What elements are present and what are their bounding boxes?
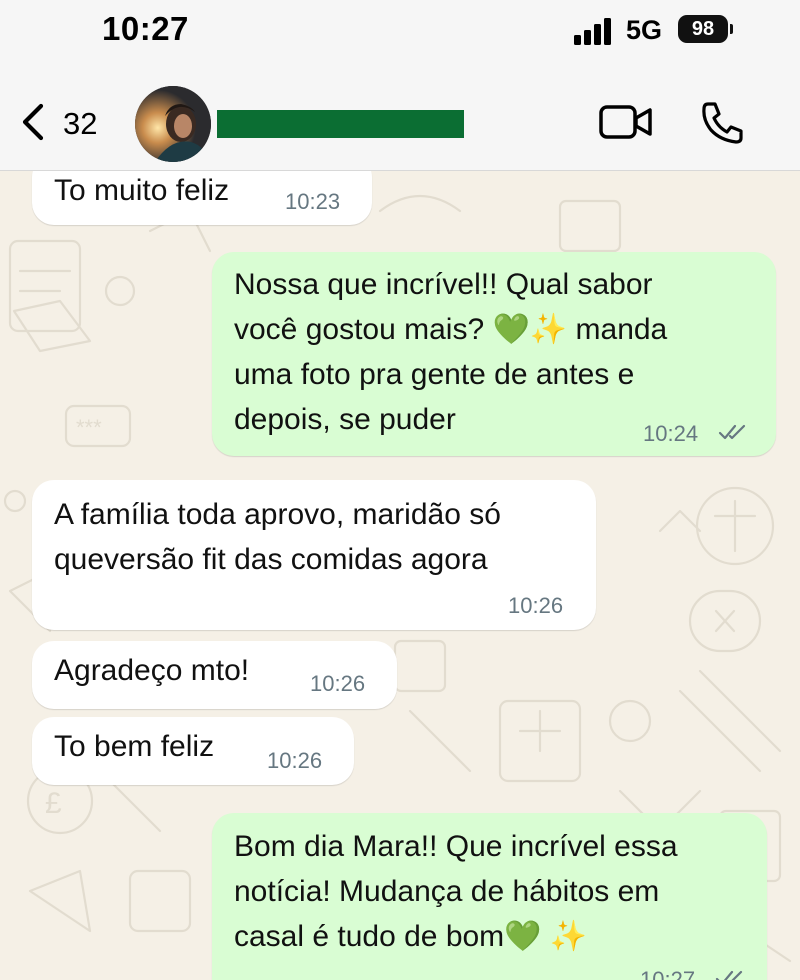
message-bubble-incoming[interactable]: A família toda aprovo, maridão só quever… xyxy=(32,480,596,630)
cellular-signal-icon xyxy=(574,17,614,45)
message-text: To bem feliz xyxy=(54,730,215,763)
message-time: 10:26 xyxy=(267,748,323,773)
phone-icon xyxy=(702,102,743,144)
message-line: Bom dia Mara!! Que incrível essa xyxy=(234,830,678,863)
avatar[interactable] xyxy=(135,86,211,162)
chat-area[interactable]: *** £ To muito feliz 10:23 Nossa que inc… xyxy=(0,171,800,980)
message-line: queversão fit das comidas agora xyxy=(54,543,488,576)
message-line: uma foto pra gente de antes e xyxy=(234,358,635,391)
back-button[interactable] xyxy=(16,102,50,142)
message-time: 10:26 xyxy=(508,593,564,618)
message-time: 10:27 xyxy=(640,967,696,980)
network-type: 5G xyxy=(626,15,663,45)
message-bubble-incoming[interactable]: To muito feliz 10:23 xyxy=(32,171,372,225)
message-text: Agradeço mto! xyxy=(54,654,250,687)
double-check-icon xyxy=(715,970,743,980)
video-camera-icon xyxy=(599,105,652,139)
message-time: 10:24 xyxy=(643,421,699,446)
battery-tip xyxy=(730,24,733,34)
voice-call-button[interactable] xyxy=(700,100,746,146)
message-text: To muito feliz xyxy=(54,174,230,207)
chevron-left-icon xyxy=(22,103,44,141)
double-check-icon xyxy=(718,424,746,440)
message-line: você gostou mais? 💚✨ manda xyxy=(234,313,668,346)
message-bubble-outgoing[interactable]: Bom dia Mara!! Que incrível essa notícia… xyxy=(212,813,767,980)
message-line: A família toda aprovo, maridão só xyxy=(54,498,501,531)
chat-header: 32 xyxy=(0,70,800,171)
status-bar: 10:27 5G 98 xyxy=(0,0,800,70)
message-time: 10:26 xyxy=(310,671,366,696)
video-call-button[interactable] xyxy=(598,102,654,142)
message-bubble-incoming[interactable]: To bem feliz 10:26 xyxy=(32,717,354,785)
battery-icon: 98 xyxy=(678,15,728,43)
message-line: depois, se puder xyxy=(234,403,456,436)
svg-text:***: *** xyxy=(76,415,102,440)
message-line: notícia! Mudança de hábitos em xyxy=(234,875,660,908)
message-line: Nossa que incrível!! Qual sabor xyxy=(234,268,653,301)
message-time: 10:23 xyxy=(285,189,341,214)
message-line: casal é tudo de bom💚 ✨ xyxy=(234,920,588,953)
message-bubble-incoming[interactable]: Agradeço mto! 10:26 xyxy=(32,641,397,709)
message-bubble-outgoing[interactable]: Nossa que incrível!! Qual sabor você gos… xyxy=(212,252,776,456)
status-time: 10:27 xyxy=(102,10,189,47)
contact-name-redacted[interactable] xyxy=(217,110,464,138)
unread-count[interactable]: 32 xyxy=(63,106,97,142)
svg-text:£: £ xyxy=(45,787,62,820)
